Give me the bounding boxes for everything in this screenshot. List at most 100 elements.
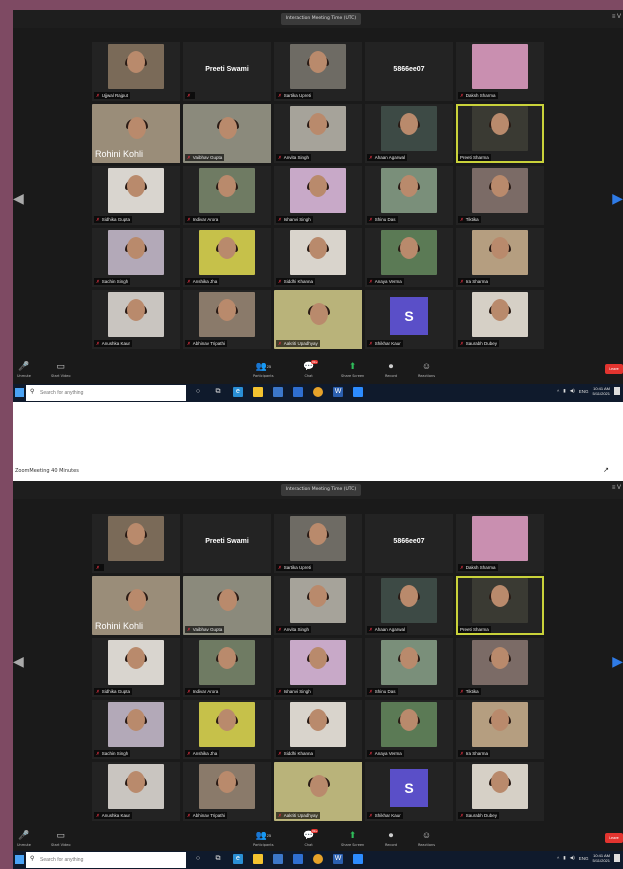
- participant-tile[interactable]: ✗ Siddhi Khanna: [274, 228, 362, 287]
- participant-tile[interactable]: ✗ Ishanvi Singh: [274, 166, 362, 225]
- taskbar-search[interactable]: ⚲: [26, 852, 186, 868]
- participant-tile[interactable]: ✗ Ahaan Agarwal: [365, 576, 453, 635]
- tray-arrow-icon[interactable]: ^: [557, 856, 559, 861]
- chrome-icon[interactable]: [313, 387, 323, 397]
- reactions-button[interactable]: ☺ Reactions: [418, 361, 435, 378]
- next-page-arrow-icon[interactable]: ▶: [612, 653, 623, 670]
- edge-icon[interactable]: e: [233, 387, 243, 397]
- participant-tile[interactable]: ✗ Ishanvi Singh: [274, 638, 362, 697]
- participant-tile[interactable]: ✗ Indivar Arora: [183, 166, 271, 225]
- participant-tile[interactable]: ✗ Shinu Das: [365, 166, 453, 225]
- task-view-icon[interactable]: ⧉: [213, 387, 223, 397]
- word-icon[interactable]: W: [333, 854, 343, 864]
- word-icon[interactable]: W: [333, 387, 343, 397]
- participant-tile[interactable]: ✗ Saurabh Dubey: [456, 290, 544, 349]
- file-explorer-icon[interactable]: [253, 387, 263, 397]
- participant-tile[interactable]: ✗ Aakriti Upadhyay: [274, 290, 362, 349]
- participant-tile[interactable]: ✗ Sartika Upreti: [274, 514, 362, 573]
- notification-icon[interactable]: [614, 387, 620, 395]
- participant-tile[interactable]: ✗ Tiktika: [456, 638, 544, 697]
- chrome-icon[interactable]: [313, 854, 323, 864]
- volume-icon[interactable]: ◀): [570, 855, 575, 861]
- next-page-arrow-icon[interactable]: ▶: [612, 190, 623, 207]
- edge-icon[interactable]: e: [233, 854, 243, 864]
- chat-button[interactable]: 💬 99+ Chat: [303, 829, 319, 847]
- previous-page-arrow-icon[interactable]: ◀: [13, 653, 24, 670]
- previous-page-arrow-icon[interactable]: ◀: [13, 190, 24, 207]
- task-view-icon[interactable]: ⧉: [213, 854, 223, 864]
- participant-tile[interactable]: ✗ Anaya Verma: [365, 228, 453, 287]
- record-button[interactable]: ⏺ Record: [385, 830, 397, 847]
- windows-start-icon[interactable]: [15, 388, 24, 397]
- clock[interactable]: 10:41 AM 5/11/2021: [593, 386, 611, 396]
- search-input[interactable]: [40, 855, 180, 865]
- participant-tile[interactable]: ✗ Ira Sharma: [456, 228, 544, 287]
- participants-button[interactable]: 👥25 Participants: [253, 830, 274, 847]
- participant-tile[interactable]: Rohini Kohli: [92, 104, 180, 163]
- network-icon[interactable]: ▮: [563, 388, 565, 394]
- participant-tile[interactable]: 5866ee07: [365, 514, 453, 573]
- participant-tile[interactable]: ✗ Anushka Kaur: [92, 290, 180, 349]
- active-speaker-tile[interactable]: Preeti Sharma: [456, 104, 544, 163]
- start-video-button[interactable]: ▭ Start Video: [51, 361, 70, 378]
- participant-tile[interactable]: ✗ Sidhika Gupta: [92, 166, 180, 225]
- zoom-icon[interactable]: [353, 387, 363, 397]
- participant-tile[interactable]: ✗ Shinu Das: [365, 638, 453, 697]
- leave-button[interactable]: Leave: [605, 833, 623, 843]
- lang-indicator[interactable]: ENG: [579, 856, 589, 861]
- participant-tile[interactable]: ✗ Saurabh Dubey: [456, 762, 544, 821]
- participant-tile[interactable]: ✗ Abhinav Tripathi: [183, 290, 271, 349]
- chat-button[interactable]: 💬 99+ Chat: [303, 360, 319, 378]
- participant-tile[interactable]: ✗ Aakriti Upadhyay: [274, 762, 362, 821]
- participant-tile[interactable]: ✗ Sartika Upreti: [274, 42, 362, 101]
- participant-tile[interactable]: ✗ Indivar Arora: [183, 638, 271, 697]
- participant-tile[interactable]: Preeti Swami ✗: [183, 42, 271, 101]
- participant-tile[interactable]: ✗ Ujjwal Rajput: [92, 42, 180, 101]
- windows-start-icon[interactable]: [15, 855, 24, 864]
- participant-tile[interactable]: ✗ Daksh Sharma: [456, 42, 544, 101]
- participant-tile[interactable]: 5866ee07: [365, 42, 453, 101]
- participant-tile[interactable]: ✗ Ira Sharma: [456, 700, 544, 759]
- participant-tile[interactable]: S ✗ Shikhar Kaur: [365, 762, 453, 821]
- tray-arrow-icon[interactable]: ^: [557, 389, 559, 394]
- reactions-button[interactable]: ☺ Reactions: [418, 830, 435, 847]
- participant-tile[interactable]: ✗ Sachin Singh: [92, 228, 180, 287]
- participant-tile[interactable]: ✗ Ahaan Agarwal: [365, 104, 453, 163]
- record-button[interactable]: ⏺ Record: [385, 361, 397, 378]
- participant-tile[interactable]: ✗ Anvita Singh: [274, 104, 362, 163]
- search-input[interactable]: [40, 388, 180, 398]
- cortana-icon[interactable]: ○: [193, 854, 203, 864]
- clock[interactable]: 10:41 AM 5/11/2021: [593, 853, 611, 863]
- lang-indicator[interactable]: ENG: [579, 389, 589, 394]
- store-icon[interactable]: [273, 854, 283, 864]
- network-icon[interactable]: ▮: [563, 855, 565, 861]
- unmute-button[interactable]: 🎤 Unmute: [17, 830, 31, 847]
- participant-tile[interactable]: ✗ Abhinav Tripathi: [183, 762, 271, 821]
- participant-tile[interactable]: ✗ Anvita Singh: [274, 576, 362, 635]
- participant-tile[interactable]: ✗ Vaibhav Gupta: [183, 104, 271, 163]
- participant-tile[interactable]: ✗ Siddhi Khanna: [274, 700, 362, 759]
- participant-tile[interactable]: ✗ Anshika Jha: [183, 228, 271, 287]
- participant-tile[interactable]: Preeti Swami: [183, 514, 271, 573]
- cortana-icon[interactable]: ○: [193, 387, 203, 397]
- zoom-icon[interactable]: [353, 854, 363, 864]
- start-video-button[interactable]: ▭ Start Video: [51, 830, 70, 847]
- unmute-button[interactable]: 🎤 Unmute: [17, 361, 31, 378]
- view-menu-icon[interactable]: ≡ V: [612, 14, 621, 20]
- participant-tile[interactable]: ✗ Anushka Kaur: [92, 762, 180, 821]
- participant-tile[interactable]: ✗ Vaibhav Gupta: [183, 576, 271, 635]
- store-icon[interactable]: [273, 387, 283, 397]
- view-menu-icon[interactable]: ≡ V: [612, 485, 621, 491]
- participant-tile[interactable]: S ✗ Shikhar Kaur: [365, 290, 453, 349]
- participant-tile[interactable]: Rohini Kohli: [92, 576, 180, 635]
- participant-tile[interactable]: ✗ Daksh Sharma: [456, 514, 544, 573]
- taskbar-search[interactable]: ⚲: [26, 385, 186, 401]
- share-screen-button[interactable]: ⬆ Share Screen: [341, 361, 364, 378]
- participant-tile[interactable]: ✗ Tiktika: [456, 166, 544, 225]
- volume-icon[interactable]: ◀): [570, 388, 575, 394]
- mail-icon[interactable]: [293, 387, 303, 397]
- file-explorer-icon[interactable]: [253, 854, 263, 864]
- participant-tile[interactable]: ✗ Anaya Verma: [365, 700, 453, 759]
- active-speaker-tile[interactable]: Preeti Sharma: [456, 576, 544, 635]
- participant-tile[interactable]: ✗ Sachin Singh: [92, 700, 180, 759]
